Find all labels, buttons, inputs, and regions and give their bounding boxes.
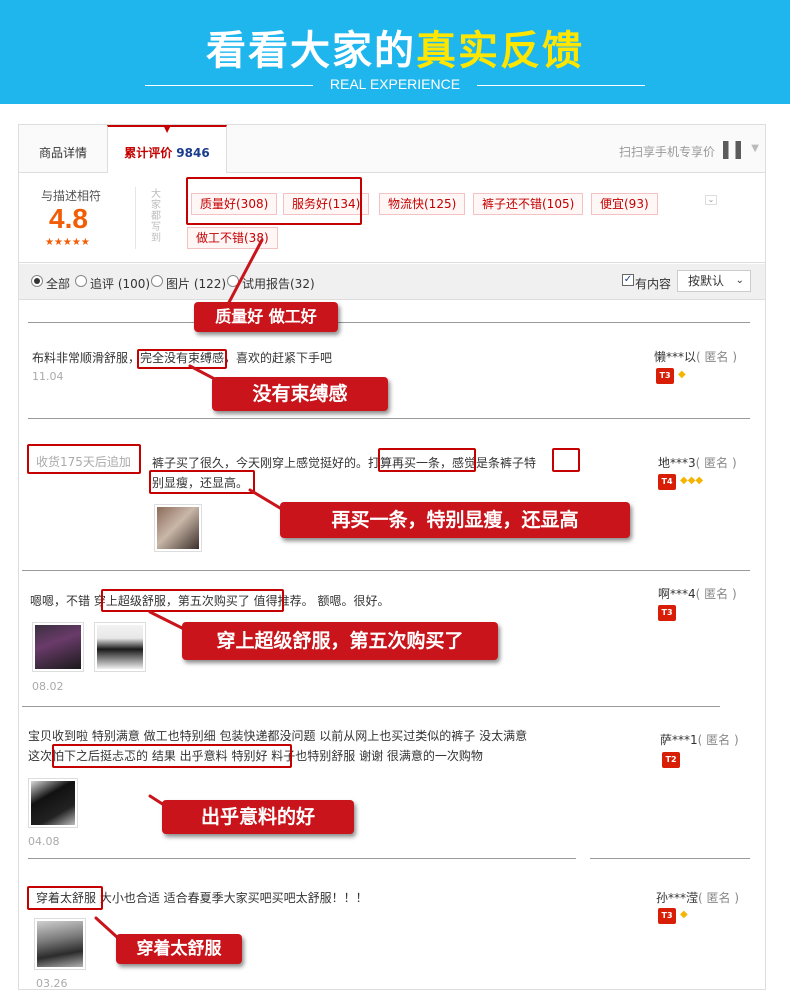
- level-badge-icon: T3: [656, 368, 674, 384]
- tab-reviews-count: 9846: [176, 146, 210, 160]
- highlight-box: [27, 444, 141, 474]
- highlight-box: [52, 744, 292, 768]
- chevron-down-icon[interactable]: ▼: [751, 143, 759, 154]
- banner-subtitle: REAL EXPERIENCE: [145, 76, 645, 94]
- filter-bar: 全部 追评 (100) 图片 (122) 试用报告(32) ✓ 有内容 按默认 ⌄: [19, 264, 765, 300]
- banner-title-main: 看看大家的: [206, 28, 416, 74]
- diamond-icon: ◆: [678, 369, 686, 380]
- review-photo[interactable]: [32, 622, 84, 672]
- callout-quality: 质量好 做工好: [194, 302, 338, 332]
- radio-images-label[interactable]: 图片 (122): [166, 275, 226, 292]
- tab-active-caret-icon: ▼: [164, 125, 171, 134]
- radio-followup[interactable]: [75, 275, 87, 287]
- tab-reviews[interactable]: ▼ 累计评价 9846: [107, 125, 227, 174]
- reviewer-nick: 啊***4: [658, 587, 696, 601]
- tag-logistics[interactable]: 物流快(125): [379, 193, 466, 215]
- callout-super-comfy: 穿上超级舒服，第五次购买了: [182, 622, 498, 660]
- highlight-box-tags: [186, 177, 362, 225]
- highlight-box: [378, 448, 476, 472]
- review-divider: [590, 858, 750, 859]
- review-divider: [28, 418, 750, 419]
- review-date: 03.26: [36, 977, 68, 990]
- tag-cheap[interactable]: 便宜(93): [591, 193, 658, 215]
- review-photo[interactable]: [28, 778, 78, 828]
- highlight-box: [101, 589, 284, 612]
- review-date: 08.02: [32, 680, 64, 693]
- level-badge-icon: T3: [658, 908, 676, 924]
- tab-reviews-label: 累计评价: [124, 146, 173, 160]
- radio-all[interactable]: [31, 275, 43, 287]
- reviewer-nick: 懒***以: [654, 350, 697, 364]
- review-divider: [22, 570, 750, 571]
- tag-workmanship[interactable]: 做工不错(38): [187, 227, 278, 249]
- expand-tags-icon[interactable]: ⌄: [705, 195, 717, 205]
- review-panel: 商品详情 ▼ 累计评价 9846 扫扫享手机专享价 ▼ 与描述相符 4.8 ★★★…: [18, 124, 766, 990]
- sort-select[interactable]: 按默认 ⌄: [677, 270, 751, 292]
- radio-all-label[interactable]: 全部: [46, 275, 70, 292]
- reviewer-nick: 孙***滢: [656, 891, 699, 905]
- review-divider: [22, 706, 720, 707]
- radio-followup-label[interactable]: 追评 (100): [90, 275, 150, 292]
- highlight-box: [149, 470, 255, 494]
- review-text: 宝贝收到啦 特别满意 做工也特别细 包装快递都没问题 以前从网上也买过类似的裤子…: [28, 729, 528, 743]
- radio-images[interactable]: [151, 275, 163, 287]
- banner-title: 看看大家的真实反馈: [0, 18, 790, 76]
- reviewer-anon: ( 匿名 ): [695, 587, 737, 601]
- reviewer-anon: ( 匿名 ): [695, 456, 737, 470]
- banner-subtitle-text: REAL EXPERIENCE: [329, 76, 461, 92]
- level-badge-icon: T4: [658, 474, 676, 490]
- reviewer-anon: ( 匿名 ): [697, 733, 739, 747]
- review-divider: [28, 858, 576, 859]
- tab-product-detail[interactable]: 商品详情: [19, 125, 107, 173]
- reviewer-name: 孙***滢( 匿名 ): [656, 889, 739, 906]
- sort-select-value: 按默认: [688, 274, 725, 288]
- scan-mobile-text[interactable]: 扫扫享手机专享价: [619, 143, 715, 160]
- reviewer-nick: 萨***1: [660, 733, 698, 747]
- radio-trial[interactable]: [227, 275, 239, 287]
- header-banner: 看看大家的真实反馈 REAL EXPERIENCE: [0, 0, 790, 104]
- score-label: 与描述相符: [41, 189, 102, 203]
- subtitle-divider-right: [477, 85, 645, 86]
- review-photo[interactable]: [34, 918, 86, 970]
- highlight-box: [27, 886, 103, 910]
- reviewer-name: 地***3( 匿名 ): [658, 454, 737, 471]
- review-divider: [28, 322, 750, 323]
- has-content-checkbox[interactable]: ✓: [622, 274, 634, 286]
- reviewer-nick: 地***3: [658, 456, 696, 470]
- score-value: 4.8: [49, 203, 88, 234]
- review-date: 04.08: [28, 835, 60, 848]
- review-photo[interactable]: [94, 622, 146, 672]
- radio-trial-label[interactable]: 试用报告(32): [242, 275, 315, 292]
- tab-bar: 商品详情 ▼ 累计评价 9846 扫扫享手机专享价 ▼: [19, 125, 765, 174]
- has-content-label[interactable]: 有内容: [635, 275, 671, 292]
- impression-label: 大家都写到: [151, 189, 161, 244]
- level-badge-icon: T2: [662, 752, 680, 768]
- reviewer-anon: ( 匿名 ): [698, 891, 740, 905]
- reviewer-anon: ( 匿名 ): [696, 350, 738, 364]
- tag-pants-good[interactable]: 裤子还不错(105): [473, 193, 584, 215]
- score-summary: 与描述相符 4.8 ★★★★★ 大家都写到 质量好(308) 服务好(134) …: [19, 173, 765, 263]
- banner-title-highlight: 真实反馈: [416, 28, 584, 74]
- divider: [135, 187, 136, 249]
- diamond-icon: ◆: [680, 909, 688, 920]
- diamond-icon: ◆◆◆: [680, 475, 704, 486]
- reviewer-name: 萨***1( 匿名 ): [660, 731, 739, 748]
- highlight-box: [552, 448, 580, 472]
- review-photo[interactable]: [154, 504, 202, 552]
- star-rating-icon: ★★★★★: [45, 237, 90, 248]
- reviewer-name: 啊***4( 匿名 ): [658, 585, 737, 602]
- review-date: 11.04: [32, 370, 64, 383]
- qr-code-icon[interactable]: [723, 141, 741, 159]
- callout-unexpectedly-good: 出乎意料的好: [162, 800, 354, 834]
- callout-buy-again: 再买一条，特别显瘦，还显高: [280, 502, 630, 538]
- chevron-down-icon: ⌄: [735, 275, 744, 286]
- callout-very-comfortable: 穿着太舒服: [116, 934, 242, 964]
- reviewer-name: 懒***以( 匿名 ): [654, 348, 737, 365]
- level-badge-icon: T3: [658, 605, 676, 621]
- highlight-box: [137, 349, 227, 369]
- callout-no-restraint: 没有束缚感: [212, 377, 388, 411]
